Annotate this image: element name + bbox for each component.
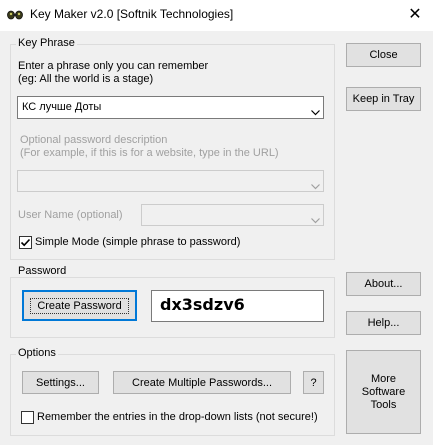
more-software-tools-line1: More xyxy=(370,372,397,385)
window-close-icon[interactable]: ✕ xyxy=(404,5,426,25)
simple-mode-label[interactable]: Simple Mode (simple phrase to password) xyxy=(35,236,240,248)
password-group-label: Password xyxy=(16,265,69,277)
key-maker-app-icon xyxy=(7,9,23,21)
settings-button[interactable]: Settings... xyxy=(22,371,99,394)
help-button[interactable]: Help... xyxy=(346,311,421,335)
simple-mode-checkbox[interactable] xyxy=(19,236,32,249)
options-group-label: Options xyxy=(16,347,58,359)
create-multiple-passwords-button[interactable]: Create Multiple Passwords... xyxy=(113,371,291,394)
about-button[interactable]: About... xyxy=(346,272,421,296)
description-combo[interactable] xyxy=(17,170,324,192)
window-title: Key Maker v2.0 [Softnik Technologies] xyxy=(30,7,234,21)
description-hint: (For example, if this is for a website, … xyxy=(20,147,279,159)
username-combo[interactable] xyxy=(141,204,324,226)
options-help-question-button[interactable]: ? xyxy=(303,371,324,394)
remember-entries-label[interactable]: Remember the entries in the drop-down li… xyxy=(37,411,318,423)
phrase-example: (eg: All the world is a stage) xyxy=(18,73,154,85)
chevron-down-icon[interactable] xyxy=(311,177,320,190)
create-password-label: Create Password xyxy=(30,297,129,314)
key-phrase-value: КС лучше Доты xyxy=(22,101,102,113)
remember-entries-checkbox[interactable] xyxy=(21,411,34,424)
chevron-down-icon[interactable] xyxy=(311,211,320,224)
more-software-tools-button[interactable]: More Software Tools xyxy=(346,350,421,434)
username-label: User Name (optional) xyxy=(18,209,123,221)
keep-in-tray-button[interactable]: Keep in Tray xyxy=(346,87,421,111)
chevron-down-icon[interactable] xyxy=(311,103,320,116)
title-bar: Key Maker v2.0 [Softnik Technologies] ✕ xyxy=(0,0,433,31)
key-phrase-group-label: Key Phrase xyxy=(16,37,77,49)
description-label: Optional password description xyxy=(20,134,168,146)
generated-password-field[interactable]: dx3sdzv6 xyxy=(151,290,324,322)
create-password-button[interactable]: Create Password xyxy=(22,290,137,321)
key-phrase-combo[interactable]: КС лучше Доты xyxy=(17,96,324,119)
options-group xyxy=(10,354,335,436)
close-button[interactable]: Close xyxy=(346,43,421,67)
more-software-tools-line2: Software xyxy=(361,385,406,398)
check-icon xyxy=(20,238,31,247)
more-software-tools-line3: Tools xyxy=(370,398,397,411)
phrase-instruction: Enter a phrase only you can remember xyxy=(18,60,209,72)
